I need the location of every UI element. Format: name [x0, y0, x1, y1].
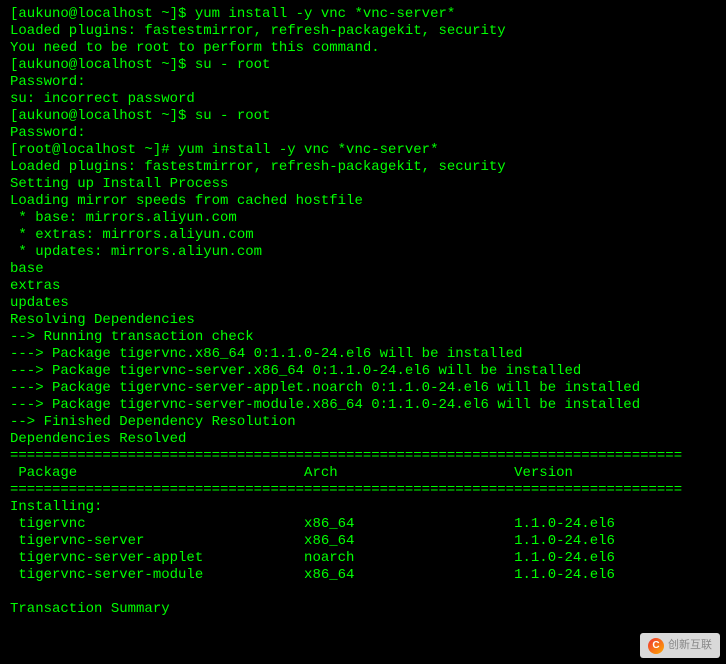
terminal-line: updates [10, 295, 716, 312]
terminal-line: [aukuno@localhost ~]$ yum install -y vnc… [10, 6, 716, 23]
watermark: C 创新互联 [640, 633, 720, 658]
terminal-line: ---> Package tigervnc-server-module.x86_… [10, 397, 716, 414]
terminal-line: Setting up Install Process [10, 176, 716, 193]
terminal-line: --> Finished Dependency Resolution [10, 414, 716, 431]
table-header: Package Arch Version [10, 465, 716, 482]
terminal-line: [aukuno@localhost ~]$ su - root [10, 108, 716, 125]
terminal-line: * base: mirrors.aliyun.com [10, 210, 716, 227]
terminal-line: base [10, 261, 716, 278]
terminal-line: Password: [10, 74, 716, 91]
terminal-line: su: incorrect password [10, 91, 716, 108]
terminal-line: * extras: mirrors.aliyun.com [10, 227, 716, 244]
table-divider: ========================================… [10, 482, 716, 499]
terminal-line: Resolving Dependencies [10, 312, 716, 329]
watermark-text: 创新互联 [668, 637, 712, 654]
terminal-line: Password: [10, 125, 716, 142]
terminal-line: ---> Package tigervnc.x86_64 0:1.1.0-24.… [10, 346, 716, 363]
terminal-line: [aukuno@localhost ~]$ su - root [10, 57, 716, 74]
terminal-line: extras [10, 278, 716, 295]
terminal-output[interactable]: [aukuno@localhost ~]$ yum install -y vnc… [10, 6, 716, 618]
terminal-line [10, 584, 716, 601]
terminal-line: You need to be root to perform this comm… [10, 40, 716, 57]
terminal-line: * updates: mirrors.aliyun.com [10, 244, 716, 261]
terminal-line: [root@localhost ~]# yum install -y vnc *… [10, 142, 716, 159]
table-row: tigervnc-server x86_64 1.1.0-24.el6 [10, 533, 716, 550]
table-row: tigervnc-server-module x86_64 1.1.0-24.e… [10, 567, 716, 584]
terminal-line: --> Running transaction check [10, 329, 716, 346]
watermark-logo-icon: C [648, 638, 664, 654]
terminal-line: Loading mirror speeds from cached hostfi… [10, 193, 716, 210]
table-row: tigervnc-server-applet noarch 1.1.0-24.e… [10, 550, 716, 567]
install-section-label: Installing: [10, 499, 716, 516]
package-table: tigervnc x86_64 1.1.0-24.el6 tigervnc-se… [10, 516, 716, 584]
terminal-line: Loaded plugins: fastestmirror, refresh-p… [10, 159, 716, 176]
transaction-summary: Transaction Summary [10, 601, 716, 618]
terminal-line: Loaded plugins: fastestmirror, refresh-p… [10, 23, 716, 40]
terminal-line: ---> Package tigervnc-server-applet.noar… [10, 380, 716, 397]
table-divider: ========================================… [10, 448, 716, 465]
table-row: tigervnc x86_64 1.1.0-24.el6 [10, 516, 716, 533]
terminal-line: ---> Package tigervnc-server.x86_64 0:1.… [10, 363, 716, 380]
terminal-line: Dependencies Resolved [10, 431, 716, 448]
